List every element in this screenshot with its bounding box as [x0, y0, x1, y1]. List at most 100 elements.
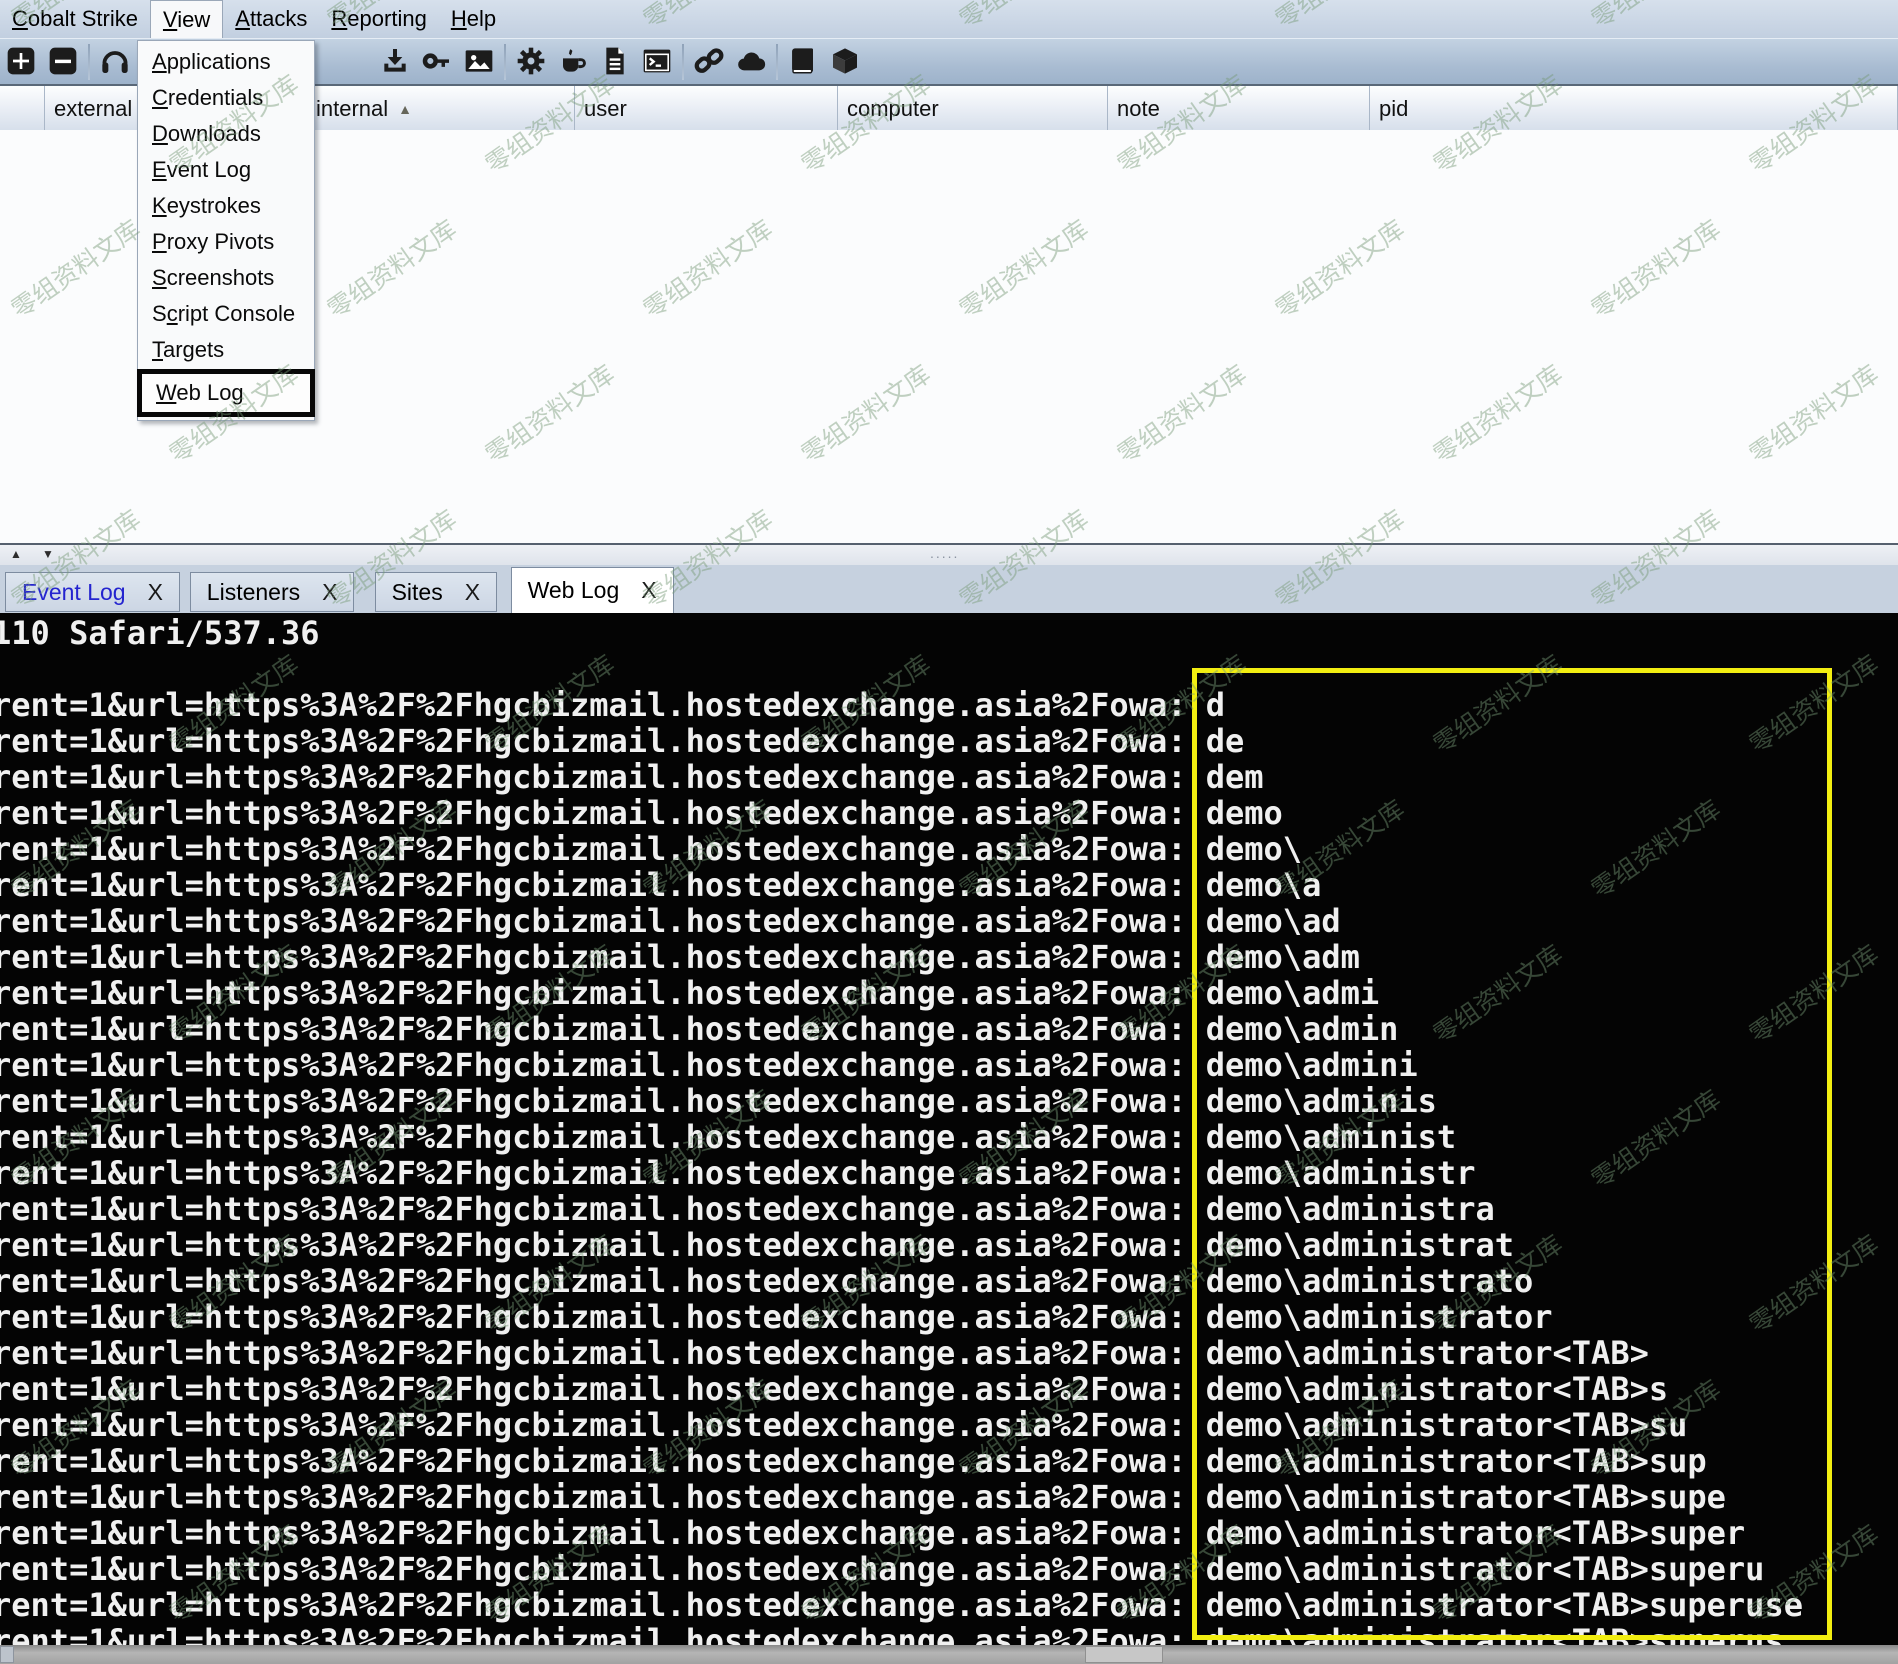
cloud-icon: [735, 45, 767, 80]
view-menu-item-targets[interactable]: Targets: [138, 332, 314, 368]
document-icon: [599, 45, 631, 80]
toolbar-separator: [776, 44, 778, 80]
minus-icon: [47, 45, 79, 80]
column-header-pid[interactable]: pid: [1370, 86, 1898, 132]
log-line: rent=1&url=https%3A%2F%2Fhgcbizmail.host…: [0, 795, 1898, 831]
column-header-spacer[interactable]: [0, 86, 45, 132]
tab-label: Event Log: [22, 579, 126, 606]
tab-listeners[interactable]: Listeners X: [190, 572, 355, 612]
splitter-up-icon[interactable]: ▲: [10, 547, 22, 561]
log-line: rent=1&url=https%3A%2F%2Fhgcbizmail.host…: [0, 831, 1898, 867]
terminal-icon: [641, 45, 673, 80]
menu-cobalt-strike[interactable]: Cobalt Strike: [0, 0, 150, 38]
log-line: 110 Safari/537.36: [0, 615, 1898, 651]
column-label: computer: [847, 96, 939, 122]
log-line: rent=1&url=https%3A%2F%2Fhgcbizmail.host…: [0, 1011, 1898, 1047]
tab-label: Web Log: [528, 577, 620, 604]
view-menu-item-downloads[interactable]: Downloads: [138, 116, 314, 152]
web-log-output: 110 Safari/537.36 rent=1&url=https%3A%2F%…: [0, 613, 1898, 1645]
column-label: pid: [1379, 96, 1408, 122]
view-menu-item-applications[interactable]: Applications: [138, 44, 314, 80]
minus-button[interactable]: [42, 42, 84, 82]
tab-close-button[interactable]: X: [641, 577, 656, 604]
splitter-grip[interactable]: .....: [930, 545, 959, 561]
document-button[interactable]: [594, 42, 636, 82]
scrollbar-left-button[interactable]: [0, 1646, 14, 1663]
cube-icon: [829, 45, 861, 80]
menu-view[interactable]: View: [150, 0, 223, 39]
book-button[interactable]: [782, 42, 824, 82]
tab-close-button[interactable]: X: [465, 579, 480, 606]
log-line: rent=1&url=https%3A%2F%2Fhgcbizmail.host…: [0, 975, 1898, 1011]
log-line: rent=1&url=https%3A%2F%2Fhgcbizmail.host…: [0, 1371, 1898, 1407]
column-header-user[interactable]: user: [575, 86, 838, 132]
column-header-note[interactable]: note: [1108, 86, 1370, 132]
coffee-icon: [557, 45, 589, 80]
tab-bar: Event Log X Listeners X Sites X Web Log X: [0, 565, 1898, 613]
horizontal-scrollbar[interactable]: [0, 1645, 1898, 1664]
column-header-computer[interactable]: computer: [838, 86, 1108, 132]
plus-button[interactable]: [0, 42, 42, 82]
log-line: rent=1&url=https%3A%2F%2Fhgcbizmail.host…: [0, 1623, 1898, 1645]
download-icon: [379, 45, 411, 80]
download-button[interactable]: [374, 42, 416, 82]
tab-web-log[interactable]: Web Log X: [511, 567, 674, 613]
view-menu-dropdown: ApplicationsCredentialsDownloadsEvent Lo…: [137, 40, 315, 421]
splitter-down-icon[interactable]: ▼: [42, 547, 54, 561]
tab-sites[interactable]: Sites X: [375, 572, 497, 612]
coffee-button[interactable]: [552, 42, 594, 82]
tab-close-button[interactable]: X: [322, 579, 337, 606]
log-line: rent=1&url=https%3A%2F%2Fhgcbizmail.host…: [0, 687, 1898, 723]
link-button[interactable]: [688, 42, 730, 82]
headphones-button[interactable]: [94, 42, 136, 82]
log-line: rent=1&url=https%3A%2F%2Fhgcbizmail.host…: [0, 1299, 1898, 1335]
log-line: rent=1&url=https%3A%2F%2Fhgcbizmail.host…: [0, 1155, 1898, 1191]
view-menu-item-web-log[interactable]: Web Log: [137, 369, 315, 417]
scrollbar-thumb[interactable]: [1085, 1646, 1163, 1663]
cube-button[interactable]: [824, 42, 866, 82]
menu-attacks[interactable]: Attacks: [223, 0, 319, 38]
log-line: rent=1&url=https%3A%2F%2Fhgcbizmail.host…: [0, 1083, 1898, 1119]
image-button[interactable]: [458, 42, 500, 82]
log-line: rent=1&url=https%3A%2F%2Fhgcbizmail.host…: [0, 1479, 1898, 1515]
key-button[interactable]: [416, 42, 458, 82]
log-line: rent=1&url=https%3A%2F%2Fhgcbizmail.host…: [0, 1407, 1898, 1443]
view-menu-item-event-log[interactable]: Event Log: [138, 152, 314, 188]
column-label: note: [1117, 96, 1160, 122]
view-menu-item-script-console[interactable]: Script Console: [138, 296, 314, 332]
log-line: rent=1&url=https%3A%2F%2Fhgcbizmail.host…: [0, 759, 1898, 795]
log-line: rent=1&url=https%3A%2F%2Fhgcbizmail.host…: [0, 1119, 1898, 1155]
web-log-console[interactable]: 110 Safari/537.36 rent=1&url=https%3A%2F%…: [0, 613, 1898, 1645]
log-line: rent=1&url=https%3A%2F%2Fhgcbizmail.host…: [0, 1335, 1898, 1371]
splitter[interactable]: ▲ ▼ .....: [0, 543, 1898, 567]
toolbar-separator: [504, 44, 506, 80]
log-line: rent=1&url=https%3A%2F%2Fhgcbizmail.host…: [0, 1263, 1898, 1299]
log-line: rent=1&url=https%3A%2F%2Fhgcbizmail.host…: [0, 867, 1898, 903]
gear-button[interactable]: [510, 42, 552, 82]
view-menu-item-screenshots[interactable]: Screenshots: [138, 260, 314, 296]
log-line: rent=1&url=https%3A%2F%2Fhgcbizmail.host…: [0, 1047, 1898, 1083]
cloud-button[interactable]: [730, 42, 772, 82]
view-menu-item-credentials[interactable]: Credentials: [138, 80, 314, 116]
log-line: rent=1&url=https%3A%2F%2Fhgcbizmail.host…: [0, 723, 1898, 759]
toolbar-separator: [88, 44, 90, 80]
menu-reporting[interactable]: Reporting: [319, 0, 438, 38]
view-menu-item-proxy-pivots[interactable]: Proxy Pivots: [138, 224, 314, 260]
sort-ascending-icon: ▲: [398, 101, 412, 117]
view-menu-item-keystrokes[interactable]: Keystrokes: [138, 188, 314, 224]
log-line: rent=1&url=https%3A%2F%2Fhgcbizmail.host…: [0, 1587, 1898, 1623]
log-line: rent=1&url=https%3A%2F%2Fhgcbizmail.host…: [0, 903, 1898, 939]
headphones-icon: [99, 45, 131, 80]
cobalt-strike-window: Cobalt StrikeViewAttacksReportingHelp ex…: [0, 0, 1898, 1664]
plus-icon: [5, 45, 37, 80]
key-icon: [421, 45, 453, 80]
column-header-internal[interactable]: internal▲: [307, 86, 575, 132]
tab-event-log[interactable]: Event Log X: [5, 572, 180, 612]
menu-help[interactable]: Help: [439, 0, 508, 38]
tab-close-button[interactable]: X: [148, 579, 163, 606]
toolbar-separator: [682, 44, 684, 80]
tab-label: Sites: [392, 579, 443, 606]
tab-label: Listeners: [207, 579, 300, 606]
image-icon: [463, 45, 495, 80]
terminal-button[interactable]: [636, 42, 678, 82]
